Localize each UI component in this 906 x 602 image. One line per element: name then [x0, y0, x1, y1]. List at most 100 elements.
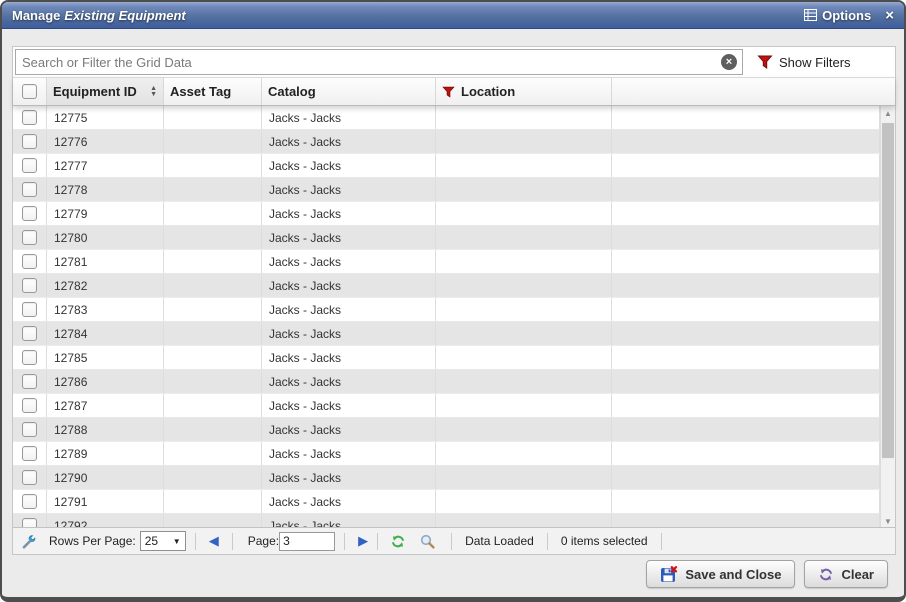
rows-per-page-select[interactable]: 25 ▼ [140, 531, 186, 551]
search-input[interactable] [15, 49, 743, 75]
table-row[interactable]: 12781 Jacks - Jacks [13, 250, 880, 274]
cell-equipment-id: 12776 [47, 130, 164, 153]
column-header-asset-tag[interactable]: Asset Tag [164, 78, 262, 105]
show-filters-label: Show Filters [779, 55, 851, 70]
scrollbar-thumb[interactable] [882, 123, 894, 458]
cell-location [436, 226, 612, 249]
pagination-bar: Rows Per Page: 25 ▼ ◀ Page: ▶ Data Loade… [13, 527, 895, 554]
page-number-input[interactable] [279, 532, 335, 551]
grid-settings-wrench-icon[interactable] [21, 534, 36, 549]
cell-equipment-id: 12780 [47, 226, 164, 249]
save-disk-icon [660, 566, 678, 583]
clear-label: Clear [841, 567, 874, 582]
row-checkbox[interactable] [22, 254, 37, 269]
table-row[interactable]: 12788 Jacks - Jacks [13, 418, 880, 442]
row-checkbox[interactable] [22, 470, 37, 485]
table-row[interactable]: 12777 Jacks - Jacks [13, 154, 880, 178]
row-checkbox[interactable] [22, 206, 37, 221]
row-checkbox[interactable] [22, 446, 37, 461]
cell-empty [612, 274, 880, 297]
cell-equipment-id: 12779 [47, 202, 164, 225]
cell-empty [612, 346, 880, 369]
row-checkbox[interactable] [22, 230, 37, 245]
cell-asset-tag [164, 490, 262, 513]
show-filters-button[interactable]: Show Filters [757, 55, 851, 70]
cell-catalog: Jacks - Jacks [262, 322, 436, 345]
row-checkbox[interactable] [22, 110, 37, 125]
refresh-icon[interactable] [390, 534, 406, 549]
column-header-location[interactable]: Location [436, 78, 612, 105]
cell-asset-tag [164, 346, 262, 369]
cell-location [436, 490, 612, 513]
cell-empty [612, 202, 880, 225]
cell-equipment-id: 12784 [47, 322, 164, 345]
clear-button[interactable]: Clear [804, 560, 888, 588]
table-row[interactable]: 12791 Jacks - Jacks [13, 490, 880, 514]
quick-search-icon[interactable] [420, 534, 435, 549]
previous-page-icon[interactable]: ◀ [205, 533, 223, 549]
options-grid-icon [804, 9, 817, 21]
column-header-catalog[interactable]: Catalog [262, 78, 436, 105]
table-row[interactable]: 12783 Jacks - Jacks [13, 298, 880, 322]
dialog-title: ManageExisting Equipment [12, 8, 186, 23]
row-checkbox[interactable] [22, 326, 37, 341]
close-icon[interactable]: × [885, 8, 894, 23]
scroll-up-icon[interactable]: ▲ [881, 106, 895, 121]
cell-asset-tag [164, 250, 262, 273]
save-and-close-button[interactable]: Save and Close [646, 560, 795, 588]
location-filter-icon [442, 86, 455, 98]
cell-location [436, 106, 612, 129]
cell-asset-tag [164, 298, 262, 321]
table-row[interactable]: 12780 Jacks - Jacks [13, 226, 880, 250]
table-row[interactable]: 12784 Jacks - Jacks [13, 322, 880, 346]
cell-empty [612, 226, 880, 249]
select-all-checkbox[interactable] [22, 84, 37, 99]
row-checkbox[interactable] [22, 302, 37, 317]
cell-catalog: Jacks - Jacks [262, 154, 436, 177]
cell-equipment-id: 12787 [47, 394, 164, 417]
row-checkbox[interactable] [22, 134, 37, 149]
table-row[interactable]: 12776 Jacks - Jacks [13, 130, 880, 154]
cell-catalog: Jacks - Jacks [262, 130, 436, 153]
table-row[interactable]: 12778 Jacks - Jacks [13, 178, 880, 202]
table-row[interactable]: 12779 Jacks - Jacks [13, 202, 880, 226]
sort-icon[interactable]: ▲▼ [142, 86, 157, 98]
cell-catalog: Jacks - Jacks [262, 394, 436, 417]
cell-catalog: Jacks - Jacks [262, 202, 436, 225]
options-button[interactable]: Options [804, 8, 871, 23]
cell-equipment-id: 12788 [47, 418, 164, 441]
cell-asset-tag [164, 442, 262, 465]
row-checkbox[interactable] [22, 374, 37, 389]
column-header-equipment-id[interactable]: Equipment ID ▲▼ [47, 78, 164, 105]
cell-empty [612, 370, 880, 393]
clear-search-icon[interactable]: × [721, 54, 737, 70]
row-checkbox[interactable] [22, 182, 37, 197]
cell-asset-tag [164, 106, 262, 129]
cell-catalog: Jacks - Jacks [262, 418, 436, 441]
cell-location [436, 394, 612, 417]
table-row[interactable]: 12789 Jacks - Jacks [13, 442, 880, 466]
cell-catalog: Jacks - Jacks [262, 490, 436, 513]
table-row[interactable]: 12785 Jacks - Jacks [13, 346, 880, 370]
cell-location [436, 250, 612, 273]
table-row[interactable]: 12782 Jacks - Jacks [13, 274, 880, 298]
row-checkbox[interactable] [22, 398, 37, 413]
search-row: × Show Filters [13, 47, 895, 77]
cell-asset-tag [164, 274, 262, 297]
cell-catalog: Jacks - Jacks [262, 442, 436, 465]
row-checkbox[interactable] [22, 278, 37, 293]
page-label: Page: [248, 534, 279, 548]
row-checkbox[interactable] [22, 158, 37, 173]
cell-catalog: Jacks - Jacks [262, 106, 436, 129]
row-checkbox[interactable] [22, 422, 37, 437]
cell-catalog: Jacks - Jacks [262, 178, 436, 201]
table-row[interactable]: 12786 Jacks - Jacks [13, 370, 880, 394]
next-page-icon[interactable]: ▶ [354, 533, 372, 549]
table-row[interactable]: 12787 Jacks - Jacks [13, 394, 880, 418]
table-row[interactable]: 12790 Jacks - Jacks [13, 466, 880, 490]
row-checkbox[interactable] [22, 494, 37, 509]
cell-equipment-id: 12783 [47, 298, 164, 321]
vertical-scrollbar[interactable]: ▲ ▼ [880, 106, 895, 529]
table-row[interactable]: 12775 Jacks - Jacks [13, 106, 880, 130]
row-checkbox[interactable] [22, 350, 37, 365]
